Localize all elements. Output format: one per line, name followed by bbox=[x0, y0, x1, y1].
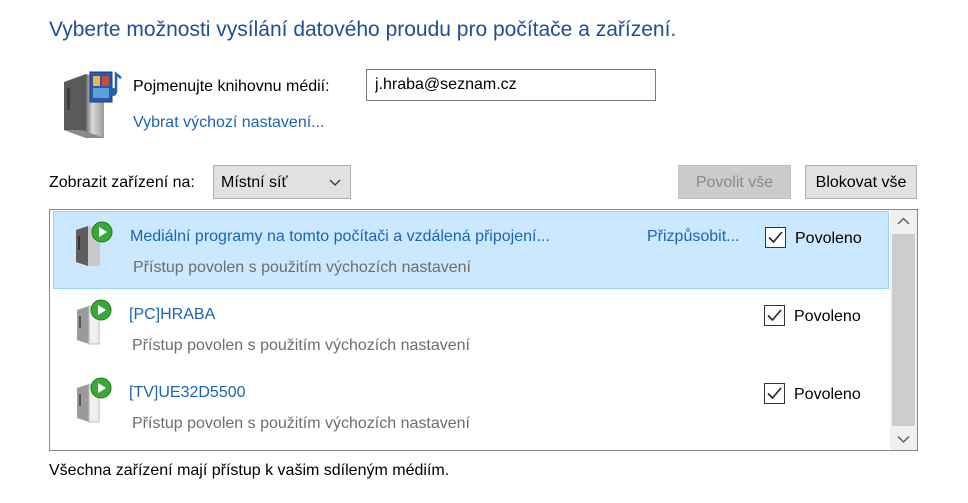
device-status: Přístup povolen s použitím výchozích nas… bbox=[132, 337, 470, 354]
device-row-tv[interactable]: [TV]UE32D5500 Přístup povolen s použitím… bbox=[53, 368, 889, 446]
allowed-label: Povoleno bbox=[794, 386, 861, 403]
allowed-checkbox[interactable] bbox=[765, 227, 786, 248]
device-name[interactable]: [PC]HRABA bbox=[129, 306, 215, 324]
block-all-button[interactable]: Blokovat vše bbox=[805, 165, 917, 199]
library-name-label: Pojmenujte knihovnu médií: bbox=[133, 78, 330, 95]
allowed-label: Povoleno bbox=[795, 230, 862, 247]
library-name-input[interactable] bbox=[366, 69, 656, 101]
vertical-scrollbar[interactable] bbox=[890, 210, 917, 450]
network-dropdown-value: Místní síť bbox=[221, 174, 288, 191]
media-library-icon bbox=[64, 71, 122, 138]
check-icon bbox=[767, 387, 782, 400]
device-list[interactable]: Mediální programy na tomto počítači a vz… bbox=[49, 209, 918, 451]
chevron-down-icon bbox=[897, 435, 910, 444]
device-name[interactable]: Mediální programy na tomto počítači a vz… bbox=[130, 228, 550, 246]
customize-link[interactable]: Přizpůsobit... bbox=[647, 228, 739, 246]
check-icon bbox=[768, 231, 783, 244]
tv-device-icon bbox=[77, 377, 112, 423]
device-status: Přístup povolen s použitím výchozích nas… bbox=[133, 259, 471, 276]
device-row-media-programs[interactable]: Mediální programy na tomto počítači a vz… bbox=[53, 211, 889, 289]
allow-all-button[interactable]: Povolit vše bbox=[678, 165, 791, 199]
scroll-down-button[interactable] bbox=[890, 428, 917, 450]
computer-device-icon bbox=[77, 299, 112, 345]
device-row-pc-hraba[interactable]: [PC]HRABA Přístup povolen s použitím výc… bbox=[53, 290, 889, 368]
check-icon bbox=[767, 309, 782, 322]
device-status: Přístup povolen s použitím výchozích nas… bbox=[132, 415, 470, 432]
network-dropdown[interactable]: Místní síť bbox=[213, 165, 351, 199]
allowed-checkbox[interactable] bbox=[764, 383, 785, 404]
device-name[interactable]: [TV]UE32D5500 bbox=[129, 384, 246, 402]
allowed-label: Povoleno bbox=[794, 308, 861, 325]
page-title: Vyberte možnosti vysílání datového proud… bbox=[49, 18, 677, 41]
chevron-down-icon bbox=[329, 179, 341, 186]
show-devices-label: Zobrazit zařízení na: bbox=[49, 174, 195, 191]
choose-defaults-link[interactable]: Vybrat výchozí nastavení... bbox=[133, 114, 325, 132]
chevron-up-icon bbox=[897, 217, 910, 225]
scrollbar-thumb[interactable] bbox=[892, 234, 915, 426]
media-server-icon bbox=[76, 221, 113, 266]
allowed-checkbox[interactable] bbox=[764, 305, 785, 326]
scroll-up-button[interactable] bbox=[890, 210, 917, 232]
access-status-text: Všechna zařízení mají přístup k vašim sd… bbox=[49, 462, 450, 479]
